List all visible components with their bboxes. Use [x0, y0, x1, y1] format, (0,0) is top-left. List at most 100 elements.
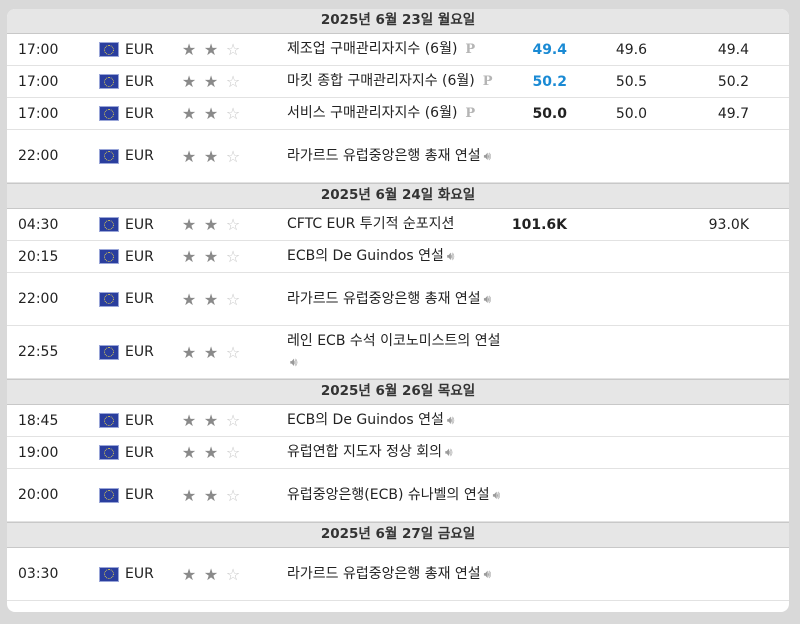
actual-value: [497, 601, 567, 612]
star-icon: ☆: [225, 40, 241, 59]
actual-value: [497, 130, 567, 182]
star-icon: ☆: [225, 215, 241, 234]
preliminary-tag: P: [482, 74, 493, 89]
eu-flag-icon: [99, 209, 119, 240]
event-row[interactable]: 03:30 EUR ★ ★ ☆ 라가르드 유럽중앙은행 총재 연설 🔊︎: [7, 548, 789, 601]
importance-stars: ★★☆: [178, 130, 244, 182]
forecast-value: [589, 130, 647, 182]
eu-flag-icon: [99, 273, 119, 325]
event-time: 04:30: [18, 216, 59, 233]
event-name[interactable]: 라가르드 유럽중앙은행 총재 연설: [287, 566, 481, 582]
eu-flag-icon: [99, 469, 119, 521]
star-icon: ★: [181, 289, 197, 309]
event-row[interactable]: 17:00 EUR ★ ★ ☆ 마킷 종합 구매관리자지수 (6월) P 50.2 50.5 50…: [7, 66, 789, 98]
event-row[interactable]: 22:00 EUR ★ ★ ☆ 라가르드 유럽중앙은행 총재 연설 🔊︎: [7, 273, 789, 326]
event-row[interactable]: 04:30 EUR ★ ★ ☆ CFTC EUR 투기적 순포지션 101.6K 93.0K: [7, 209, 789, 241]
event-time: 17:00: [18, 41, 59, 58]
importance-stars: ★★☆: [178, 326, 244, 378]
star-icon: ★: [203, 485, 219, 505]
event-cell[interactable]: 유럽연합 지도자 정상 회의🔊︎: [287, 437, 502, 468]
eu-flag-icon: [99, 241, 119, 272]
actual-value: [497, 548, 567, 600]
event-cell[interactable]: 제조업 구매관리자지수 (6월) P: [287, 34, 502, 65]
actual-value: 50.2: [532, 73, 567, 90]
event-cell[interactable]: 라가르드 유럽중앙은행 총재 연설 🔊︎: [287, 130, 502, 182]
event-name[interactable]: ECB의 De Guindos 연설: [287, 248, 444, 264]
event-time: 22:00: [18, 291, 59, 307]
previous-value: 50.2: [717, 73, 749, 90]
day-header: 2025년 6월 27일 금요일: [7, 522, 789, 548]
event-row[interactable]: 17:00 EUR ★ ★ ☆ 서비스 구매관리자지수 (6월) P 50.0 50.0 49.7: [7, 98, 789, 130]
previous-value: [687, 437, 749, 468]
event-name[interactable]: CFTC EUR 투기적 순포지션: [287, 216, 454, 232]
forecast-value: [589, 548, 647, 600]
previous-value: 49.7: [717, 105, 749, 122]
importance-stars: ★★☆: [178, 98, 244, 129]
star-icon: ★: [181, 215, 197, 234]
currency: EUR: [125, 216, 154, 233]
event-row[interactable]: 17:00 EUR ★ ★ ☆ 제조업 구매관리자지수 (6월) P 49.4 49.6 49.4: [7, 34, 789, 66]
star-icon: ★: [203, 247, 219, 266]
event-row[interactable]: 19:00EUR★★☆유럽연합 지도자 정상 회의🔊︎: [7, 601, 789, 612]
event-cell[interactable]: 레인 ECB 수석 이코노미스트의 연설 🔊︎: [287, 326, 502, 378]
event-cell[interactable]: 마킷 종합 구매관리자지수 (6월) P: [287, 66, 502, 97]
importance-stars: ★★☆: [178, 241, 244, 272]
importance-stars: ★★☆: [178, 469, 244, 521]
star-icon: ☆: [225, 342, 241, 362]
event-name[interactable]: 레인 ECB 수석 이코노미스트의 연설: [287, 333, 500, 349]
event-name[interactable]: 라가르드 유럽중앙은행 총재 연설: [287, 148, 481, 164]
previous-value: [687, 130, 749, 182]
event-time: 17:00: [18, 73, 59, 90]
currency: EUR: [125, 344, 154, 360]
event-name[interactable]: 유럽연합 지도자 정상 회의: [287, 444, 442, 460]
forecast-value: 50.0: [615, 105, 647, 122]
event-name[interactable]: 서비스 구매관리자지수 (6월): [287, 105, 457, 121]
event-name[interactable]: 라가르드 유럽중앙은행 총재 연설: [287, 291, 481, 307]
event-row[interactable]: 20:15 EUR ★ ★ ☆ ECB의 De Guindos 연설 🔊︎: [7, 241, 789, 273]
event-cell[interactable]: 라가르드 유럽중앙은행 총재 연설 🔊︎: [287, 548, 502, 600]
star-icon: ★: [203, 443, 219, 462]
actual-value: [497, 326, 567, 378]
event-cell[interactable]: CFTC EUR 투기적 순포지션: [287, 209, 502, 240]
speaker-icon: 🔊︎: [483, 566, 492, 581]
event-cell[interactable]: 라가르드 유럽중앙은행 총재 연설 🔊︎: [287, 273, 502, 325]
event-row[interactable]: 18:45 EUR ★ ★ ☆ ECB의 De Guindos 연설 🔊︎: [7, 405, 789, 437]
event-row[interactable]: 20:00 EUR ★ ★ ☆ 유럽중앙은행(ECB) 슈나벨의 연설 🔊︎: [7, 469, 789, 522]
actual-value: [497, 405, 567, 436]
star-icon: ☆: [225, 72, 241, 91]
event-cell[interactable]: ECB의 De Guindos 연설 🔊︎: [287, 405, 502, 436]
eu-flag-icon: [99, 405, 119, 436]
forecast-value: [589, 437, 647, 468]
event-name[interactable]: 마킷 종합 구매관리자지수 (6월): [287, 73, 475, 89]
preliminary-tag: P: [465, 42, 476, 57]
event-time: 20:15: [18, 248, 59, 265]
previous-value: 49.4: [717, 41, 749, 58]
event-row[interactable]: 22:00 EUR ★ ★ ☆ 라가르드 유럽중앙은행 총재 연설 🔊︎: [7, 130, 789, 183]
forecast-value: [589, 601, 647, 612]
star-icon: ☆: [225, 146, 241, 166]
importance-stars: ★★☆: [178, 66, 244, 97]
event-cell[interactable]: ECB의 De Guindos 연설 🔊︎: [287, 241, 502, 272]
importance-stars: ★★☆: [178, 601, 244, 612]
event-row[interactable]: 22:55 EUR ★ ★ ☆ 레인 ECB 수석 이코노미스트의 연설 🔊︎: [7, 326, 789, 379]
star-icon: ☆: [225, 104, 241, 123]
speaker-icon: 🔊︎: [290, 355, 298, 369]
speaker-icon: 🔊︎: [445, 445, 453, 459]
event-time: 17:00: [18, 105, 59, 122]
event-cell[interactable]: 유럽중앙은행(ECB) 슈나벨의 연설 🔊︎: [287, 469, 502, 521]
event-name[interactable]: ECB의 De Guindos 연설: [287, 412, 444, 428]
event-time: 19:00: [18, 444, 59, 461]
importance-stars: ★★☆: [178, 34, 244, 65]
day-header: 2025년 6월 26일 목요일: [7, 379, 789, 405]
event-cell[interactable]: 유럽연합 지도자 정상 회의🔊︎: [287, 601, 502, 612]
event-name[interactable]: 유럽중앙은행(ECB) 슈나벨의 연설: [287, 487, 490, 503]
event-row[interactable]: 19:00EUR★★☆유럽연합 지도자 정상 회의🔊︎: [7, 437, 789, 469]
star-icon: ★: [181, 104, 197, 123]
star-icon: ☆: [225, 247, 241, 266]
forecast-value: [589, 469, 647, 521]
forecast-value: [589, 273, 647, 325]
event-cell[interactable]: 서비스 구매관리자지수 (6월) P: [287, 98, 502, 129]
event-name[interactable]: 제조업 구매관리자지수 (6월): [287, 41, 457, 57]
actual-value: 49.4: [532, 41, 567, 58]
event-time: 20:00: [18, 487, 59, 503]
